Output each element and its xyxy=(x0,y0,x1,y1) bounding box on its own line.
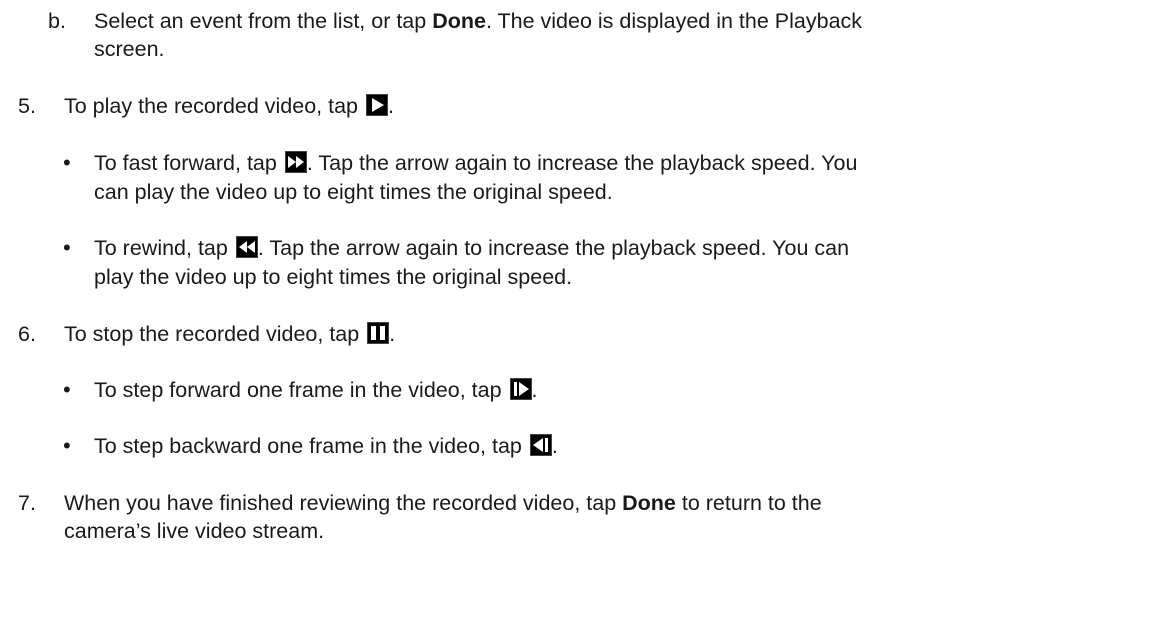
play-icon xyxy=(366,94,388,116)
step-forward-icon xyxy=(509,378,532,400)
fast-forward-icon xyxy=(284,151,307,173)
bullet-rewind-line-1: To rewind, tap . Tap the arrow again to … xyxy=(94,236,850,260)
rewind-icon xyxy=(235,236,258,258)
done-label: Done xyxy=(432,9,486,33)
bullet-step-backward: To step backward one frame in the video,… xyxy=(94,434,558,458)
step-4b-marker: b. xyxy=(48,9,66,33)
step-backward-icon xyxy=(529,434,552,456)
bullet-rewind-line-2: play the video up to eight times the ori… xyxy=(94,265,573,289)
pause-icon xyxy=(367,322,390,344)
step-4b-line-2: screen. xyxy=(94,37,165,61)
bullet-glyph: • xyxy=(63,150,71,175)
bullet-fast-forward-line-2: can play the video up to eight times the… xyxy=(94,180,613,204)
bullet-glyph: • xyxy=(63,235,71,260)
bullet-fast-forward-line-1: To fast forward, tap . Tap the arrow aga… xyxy=(94,151,858,175)
bullet-glyph: • xyxy=(63,433,71,458)
step-5-marker: 5. xyxy=(18,94,36,118)
bullet-step-forward: To step forward one frame in the video, … xyxy=(94,378,538,402)
step-7-line-1: When you have finished reviewing the rec… xyxy=(64,491,822,515)
step-5-text: To play the recorded video, tap . xyxy=(64,94,394,118)
step-7-marker: 7. xyxy=(18,491,36,515)
step-7-line-2: camera’s live video stream. xyxy=(64,519,325,543)
done-label: Done xyxy=(622,491,676,515)
step-6-marker: 6. xyxy=(18,322,36,346)
step-6-text: To stop the recorded video, tap . xyxy=(64,322,396,346)
step-4b-line-1: Select an event from the list, or tap Do… xyxy=(94,9,863,33)
bullet-glyph: • xyxy=(63,377,71,402)
